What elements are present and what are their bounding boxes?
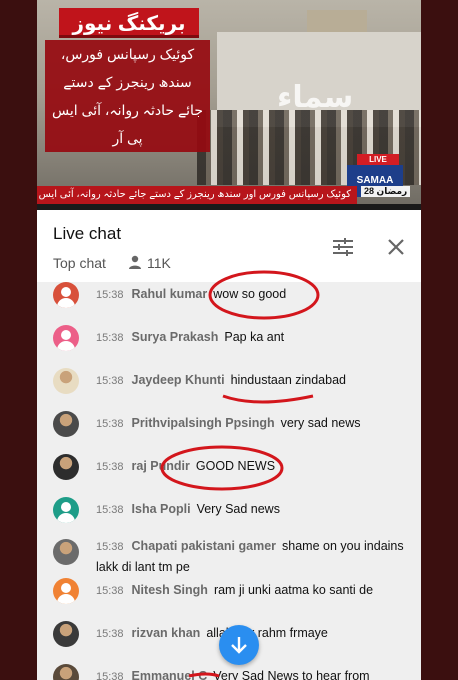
scroll-to-bottom-button[interactable]: [219, 625, 259, 665]
message-text: Pap ka ant: [224, 330, 285, 344]
video-date: 28 رمضان: [361, 186, 411, 197]
frame-left: [0, 0, 37, 680]
viewer-count: 11K: [147, 255, 171, 271]
message-timestamp: 15:38: [96, 332, 124, 344]
message-text: wow so good: [213, 287, 287, 301]
message-timestamp: 15:38: [96, 461, 124, 473]
sliders-icon[interactable]: [330, 234, 356, 260]
chat-mode-selector[interactable]: Top chat: [53, 255, 106, 271]
live-badge: LIVE: [357, 154, 399, 165]
chat-title: Live chat: [53, 224, 122, 243]
chat-message-body: 15:38 Emmanuel C Very Sad News to hear fro…: [96, 666, 409, 680]
chat-message-body: 15:38 raj Pundir GOOD NEWS: [96, 456, 409, 477]
message-timestamp: 15:38: [96, 375, 124, 387]
chat-message-body: 15:38 Prithvipalsingh Ppsingh very sad new…: [96, 413, 409, 434]
person-icon: [129, 255, 141, 269]
news-ticker: کوئیک رسپانس فورس اور سندھ رینجرز کے دست…: [37, 186, 357, 204]
message-timestamp: 15:38: [96, 289, 124, 301]
avatar[interactable]: [53, 664, 79, 680]
chat-message-body: 15:38 Nitesh Singh ram ji unki aatma ko sa…: [96, 580, 409, 601]
message-author[interactable]: Isha Popli: [132, 502, 191, 516]
arrow-down-icon: [231, 637, 247, 654]
message-timestamp: 15:38: [96, 541, 124, 553]
avatar[interactable]: [53, 368, 79, 394]
avatar[interactable]: [53, 621, 79, 647]
message-author[interactable]: Surya Prakash: [132, 330, 219, 344]
message-text: Very Sad news: [196, 502, 280, 516]
message-author[interactable]: Jaydeep Khunti: [132, 373, 225, 387]
message-author[interactable]: Nitesh Singh: [132, 583, 208, 597]
chat-message-body: 15:38 Isha Popli Very Sad news: [96, 499, 409, 520]
avatar[interactable]: [53, 539, 79, 565]
video-player[interactable]: سماء بریکنگ نیوز کوئیک رسپانس فورس، سندھ…: [37, 0, 421, 210]
message-author[interactable]: Prithvipalsingh Ppsingh: [132, 416, 275, 430]
message-timestamp: 15:38: [96, 671, 124, 680]
message-timestamp: 15:38: [96, 418, 124, 430]
chat-message-body: 15:38 Jaydeep Khunti hindustaan zindabad: [96, 370, 409, 391]
message-author[interactable]: Rahul kumar: [132, 287, 208, 301]
close-icon[interactable]: [383, 234, 409, 260]
avatar[interactable]: [53, 282, 79, 308]
message-timestamp: 15:38: [96, 585, 124, 597]
chat-message-body: 15:38 Rahul kumar wow so good: [96, 284, 409, 305]
chat-message-body: 15:38 Chapati pakistani gamer shame on you…: [96, 536, 409, 577]
message-text: very sad news: [280, 416, 361, 430]
avatar[interactable]: [53, 411, 79, 437]
message-text: hindustaan zindabad: [230, 373, 346, 387]
chat-message-list[interactable]: 15:38 Rahul kumar wow so good 15:38 Surya Pr…: [37, 282, 421, 680]
message-timestamp: 15:38: [96, 628, 124, 640]
message-timestamp: 15:38: [96, 504, 124, 516]
avatar[interactable]: [53, 325, 79, 351]
message-text: GOOD NEWS: [195, 459, 276, 473]
frame-right: [421, 0, 458, 680]
message-text: Very Sad News to hear from: [213, 669, 370, 680]
avatar[interactable]: [53, 578, 79, 604]
message-author[interactable]: raj Pundir: [132, 459, 190, 473]
chat-header: Live chat Top chat 11K: [37, 210, 421, 283]
message-author[interactable]: rizvan khan: [132, 626, 201, 640]
message-text: ram ji unki aatma ko santi de: [213, 583, 374, 597]
avatar[interactable]: [53, 497, 79, 523]
avatar[interactable]: [53, 454, 79, 480]
chat-message-body: 15:38 Surya Prakash Pap ka ant: [96, 327, 409, 348]
phone-screen: سماء بریکنگ نیوز کوئیک رسپانس فورس، سندھ…: [37, 0, 421, 680]
message-author[interactable]: Emmanuel C: [132, 669, 208, 680]
video-headline: کوئیک رسپانس فورس، سندھ رینجرز کے دستے ج…: [45, 40, 210, 152]
message-author[interactable]: Chapati pakistani gamer: [132, 539, 277, 553]
breaking-news-badge: بریکنگ نیوز: [59, 8, 199, 38]
